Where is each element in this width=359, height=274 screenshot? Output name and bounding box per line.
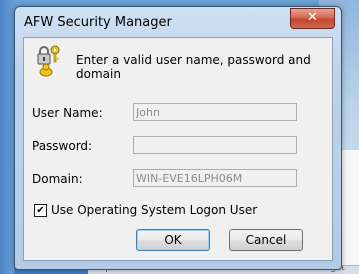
domain-field[interactable] xyxy=(133,169,297,187)
dialog-titlebar[interactable]: AFW Security Manager ✕ xyxy=(15,7,341,37)
cancel-button[interactable]: Cancel xyxy=(229,229,303,251)
domain-label: Domain: xyxy=(32,172,83,186)
password-label: Password: xyxy=(32,139,93,153)
dialog-title: AFW Security Manager xyxy=(24,15,172,30)
os-logon-checkbox[interactable]: ✔ xyxy=(34,204,47,217)
lock-key-icon xyxy=(37,45,60,77)
ok-button[interactable]: OK xyxy=(136,229,210,251)
close-icon: ✕ xyxy=(307,10,318,25)
username-field[interactable] xyxy=(133,103,297,121)
dialog-client-area: Enter a valid user name, password and do… xyxy=(23,37,333,261)
os-logon-checkbox-label[interactable]: Use Operating System Logon User xyxy=(51,203,257,217)
password-field[interactable] xyxy=(133,136,297,154)
instruction-message: Enter a valid user name, password and do… xyxy=(76,53,311,81)
close-button[interactable]: ✕ xyxy=(290,8,335,29)
username-label: User Name: xyxy=(32,106,103,120)
desktop-left-edge xyxy=(0,0,14,274)
security-manager-dialog: AFW Security Manager ✕ Enter a valid use… xyxy=(14,6,342,270)
